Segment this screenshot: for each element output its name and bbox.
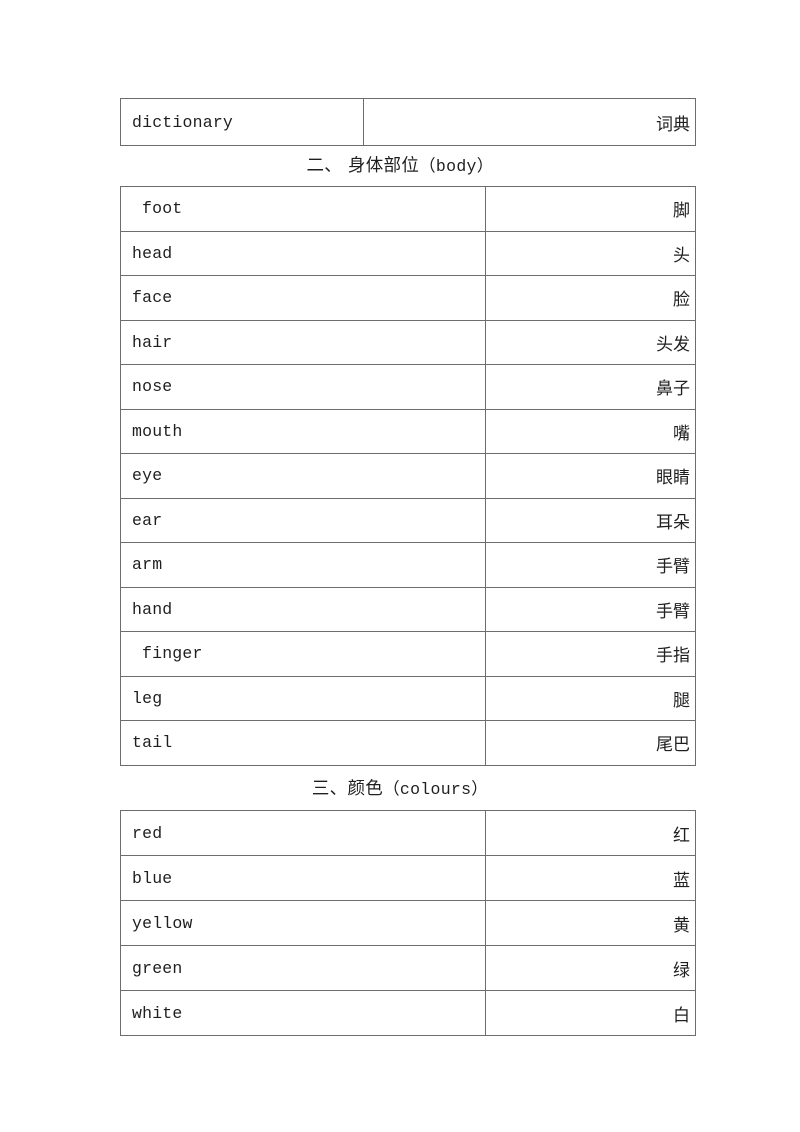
english-word-cell: leg [120, 675, 486, 721]
table-row: eye 眼睛 [120, 453, 696, 499]
english-word-cell: head [120, 230, 486, 276]
table-row: red 红 [120, 810, 696, 856]
table-row: blue 蓝 [120, 855, 696, 901]
table-row: ear 耳朵 [120, 497, 696, 543]
heading-chinese-colours: 颜色 [347, 779, 384, 799]
table-row: white 白 [120, 990, 696, 1036]
english-word-cell: finger [120, 631, 486, 677]
chinese-meaning-cell: 耳朵 [485, 497, 696, 543]
chinese-meaning-cell: 词典 [363, 98, 696, 146]
body-parts-table-body: foot 脚 head 头 face 脸 hair 头发 nose 鼻子 mouth 嘴 eye 眼睛 ea… [120, 186, 696, 766]
chinese-meaning-cell: 腿 [485, 675, 696, 721]
document-page: dictionary 词典 二、 身体部位（body） foot 脚 head 头 fac… [0, 0, 800, 1132]
english-word-cell: arm [120, 542, 486, 588]
heading-chinese-body: 身体部位 [347, 156, 420, 176]
english-word-cell: face [120, 275, 486, 321]
chinese-meaning-cell: 黄 [485, 900, 696, 946]
english-word-cell: red [120, 810, 486, 856]
english-word-cell: nose [120, 364, 486, 410]
chinese-meaning-cell: 手臂 [485, 586, 696, 632]
english-word-cell: hand [120, 586, 486, 632]
table-row: tail 尾巴 [120, 720, 696, 766]
table-row: leg 腿 [120, 675, 696, 721]
english-word-cell: green [120, 945, 486, 991]
table-row: foot 脚 [120, 186, 696, 232]
english-word-cell: eye [120, 453, 486, 499]
english-word-cell: tail [120, 720, 486, 766]
table-row: dictionary 词典 [120, 98, 696, 146]
body-parts-table: foot 脚 head 头 face 脸 hair 头发 nose 鼻子 mouth 嘴 eye 眼睛 ea… [120, 186, 696, 766]
table-row: mouth 嘴 [120, 408, 696, 454]
chinese-meaning-cell: 蓝 [485, 855, 696, 901]
english-word-cell: blue [120, 855, 486, 901]
table-row: hand 手臂 [120, 586, 696, 632]
chinese-meaning-cell: 嘴 [485, 408, 696, 454]
chinese-meaning-cell: 眼睛 [485, 453, 696, 499]
colours-table-body: red 红 blue 蓝 yellow 黄 green 绿 white 白 [120, 810, 696, 1036]
table-row: green 绿 [120, 945, 696, 991]
chinese-meaning-cell: 尾巴 [485, 720, 696, 766]
word-list-table-body: dictionary 词典 [120, 98, 696, 146]
heading-latin-body: （body） [419, 157, 494, 176]
table-row: face 脸 [120, 275, 696, 321]
table-row: arm 手臂 [120, 542, 696, 588]
heading-latin-colours: （colours） [383, 780, 489, 799]
table-row: hair 头发 [120, 319, 696, 365]
heading-number-body: 二、 [306, 156, 343, 176]
chinese-meaning-cell: 脚 [485, 186, 696, 232]
english-word-cell: foot [120, 186, 486, 232]
word-list-table: dictionary 词典 [120, 98, 696, 146]
chinese-meaning-cell: 手指 [485, 631, 696, 677]
section-heading-colours: 三、颜色（colours） [0, 775, 800, 800]
heading-number-colours: 三、 [311, 779, 348, 799]
chinese-meaning-cell: 脸 [485, 275, 696, 321]
chinese-meaning-cell: 红 [485, 810, 696, 856]
table-row: head 头 [120, 230, 696, 276]
table-row: finger 手指 [120, 631, 696, 677]
chinese-meaning-cell: 头发 [485, 319, 696, 365]
english-word-cell: white [120, 990, 486, 1036]
english-word-cell: mouth [120, 408, 486, 454]
chinese-meaning-cell: 绿 [485, 945, 696, 991]
english-word-cell: hair [120, 319, 486, 365]
colours-table: red 红 blue 蓝 yellow 黄 green 绿 white 白 [120, 810, 696, 1036]
section-heading-body-parts: 二、 身体部位（body） [0, 152, 800, 177]
table-row: nose 鼻子 [120, 364, 696, 410]
chinese-meaning-cell: 白 [485, 990, 696, 1036]
chinese-meaning-cell: 手臂 [485, 542, 696, 588]
table-row: yellow 黄 [120, 900, 696, 946]
english-word-cell: dictionary [120, 98, 364, 146]
chinese-meaning-cell: 头 [485, 230, 696, 276]
english-word-cell: yellow [120, 900, 486, 946]
chinese-meaning-cell: 鼻子 [485, 364, 696, 410]
english-word-cell: ear [120, 497, 486, 543]
